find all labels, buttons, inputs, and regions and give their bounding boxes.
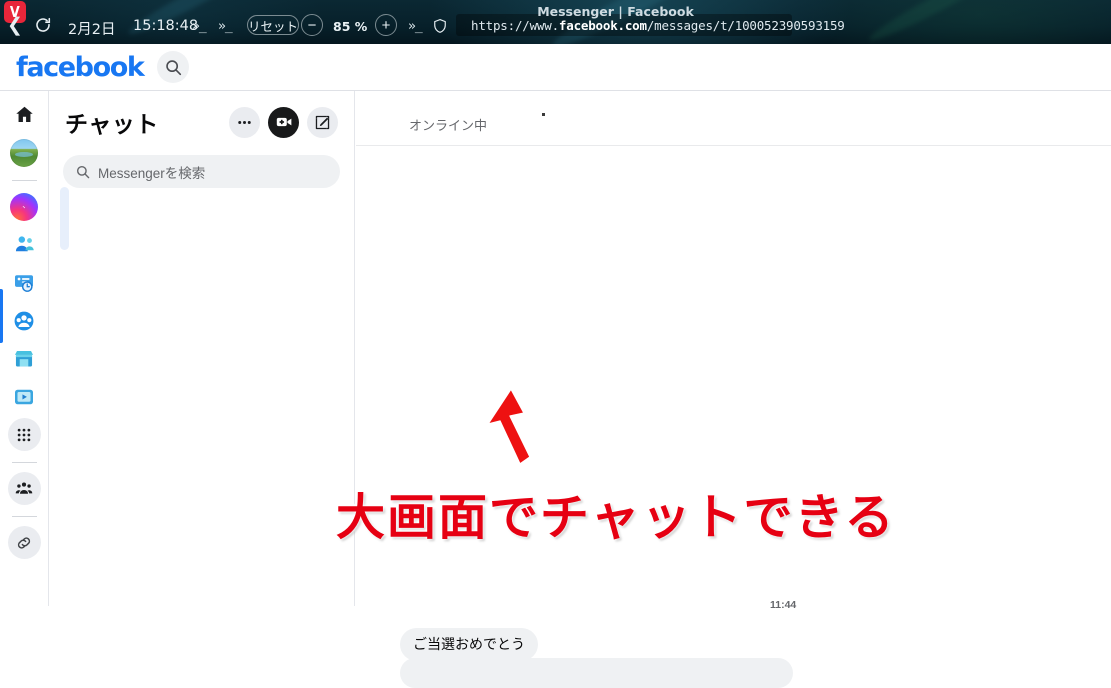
sidebar-item-home[interactable]	[8, 98, 41, 131]
chat-panel-header: チャット	[49, 91, 354, 139]
url-path: /messages/t/100052390593159	[646, 17, 845, 33]
memories-clock-icon	[15, 274, 33, 292]
url-host: facebook.com	[558, 17, 647, 33]
message-timestamp: 11:44	[770, 599, 797, 611]
sidebar-item-messenger[interactable]	[8, 190, 41, 223]
sidebar-item-link[interactable]	[7, 526, 41, 559]
video-play-icon	[15, 389, 33, 404]
facebook-logo[interactable]: facebook	[16, 52, 145, 83]
header-dot-marker	[542, 113, 545, 116]
nav-divider	[11, 180, 37, 181]
sidebar-item-groups[interactable]	[8, 304, 41, 337]
grid-dots-icon	[17, 428, 31, 441]
nav-divider	[11, 516, 37, 517]
sidebar-item-marketplace[interactable]	[8, 342, 41, 375]
marketplace-store-icon	[15, 350, 33, 366]
chevron-terminal-icon-3[interactable]	[408, 19, 422, 34]
sidebar-item-watch[interactable]	[8, 380, 41, 413]
left-nav-rail	[0, 91, 49, 606]
sidebar-item-people-group[interactable]	[7, 472, 41, 505]
sidebar-item-all-shortcuts[interactable]	[7, 418, 41, 451]
chain-link-icon	[17, 536, 31, 549]
chevron-terminal-icon-2[interactable]	[218, 19, 232, 34]
status-badge: オンライン中	[409, 118, 488, 133]
chat-list-loading-skeleton	[60, 187, 69, 250]
new-video-call-button[interactable]	[268, 106, 299, 138]
window-title: Messenger | Facebook	[537, 4, 694, 19]
page-title: チャット	[65, 112, 159, 138]
conversation-header: オンライン中	[356, 91, 1111, 146]
chat-options-button[interactable]	[229, 106, 260, 138]
zoom-level-label: 85 %	[333, 19, 368, 34]
chat-search-field[interactable]: Messengerを検索	[63, 155, 340, 188]
groups-icon	[14, 311, 34, 330]
message-bubble[interactable]: ご当選おめでとう	[400, 628, 538, 661]
sidebar-item-memories[interactable]	[8, 266, 41, 299]
clock-date: 2月2日	[68, 22, 116, 38]
nav-active-indicator	[0, 289, 3, 343]
url-text: https://www.facebook.com/messages/t/1000…	[471, 18, 845, 33]
people-group-icon	[15, 482, 33, 494]
home-icon	[15, 106, 33, 122]
search-icon	[76, 165, 90, 178]
sidebar-item-friends[interactable]	[8, 228, 41, 261]
facebook-header: facebook	[0, 44, 1111, 91]
sidebar-item-profile[interactable]	[8, 136, 41, 169]
red-arrow-up-icon	[470, 385, 550, 475]
video-camera-plus-icon	[276, 117, 291, 127]
url-scheme: https://www.	[471, 17, 559, 33]
compose-message-button[interactable]	[307, 106, 338, 138]
chat-list-panel: チャット Messengerを検索	[49, 91, 355, 606]
message-bubble-partial[interactable]	[400, 658, 793, 688]
chevron-terminal-icon-1[interactable]	[192, 19, 206, 34]
avatar	[10, 138, 38, 167]
compose-pencil-icon	[315, 115, 330, 129]
chat-search-placeholder: Messengerを検索	[98, 165, 206, 181]
ellipsis-icon	[238, 120, 251, 124]
messenger-logo-icon	[10, 192, 38, 221]
shield-icon[interactable]	[433, 18, 447, 34]
header-search-button[interactable]	[157, 51, 190, 83]
friends-icon	[15, 236, 34, 252]
search-icon	[166, 59, 182, 75]
clock-time: 15:18:48	[133, 18, 199, 34]
annotation-text: 大画面でチャットできる	[334, 487, 896, 548]
nav-divider	[11, 462, 37, 463]
browser-chrome: V ❮ 2月2日 15:18:48 リセット − 85 % + https://…	[0, 0, 1111, 44]
